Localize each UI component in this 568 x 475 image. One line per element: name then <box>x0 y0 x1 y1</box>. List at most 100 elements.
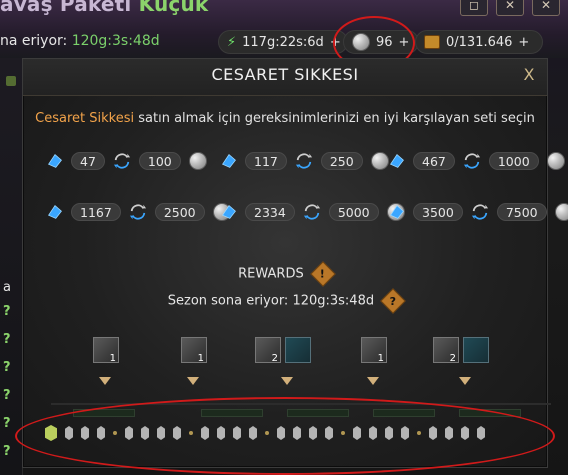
left-mini-icon <box>6 76 16 86</box>
offer-give-pill: 467 <box>413 152 455 170</box>
gold-resource[interactable]: 0/131.646 + <box>415 30 543 54</box>
offer-get-amount: 7500 <box>505 204 538 220</box>
progress-pip <box>309 426 317 440</box>
season-countdown-center: Sezon sona eriyor: 120g:3s:48d <box>167 293 375 309</box>
offer-give-pill: 1167 <box>71 203 121 221</box>
blue-crystal-icon <box>222 204 236 219</box>
offer-5[interactable]: 2334 5000 <box>221 203 405 221</box>
progress-spark <box>113 431 117 435</box>
progress-pip <box>429 426 437 440</box>
offer-give-amount: 1167 <box>80 204 112 220</box>
progress-pip <box>277 426 285 440</box>
help-icon[interactable]: ? <box>380 288 406 314</box>
offer-2[interactable]: 117 250 <box>221 152 389 170</box>
energy-resource[interactable]: ⚡ 117g:22s:6d + <box>218 30 348 54</box>
close-icon: ✕ <box>540 0 552 12</box>
reward-chest-icon: 2 <box>255 337 281 364</box>
lightning-icon: ⚡ <box>227 34 237 50</box>
silver-coin-icon <box>546 152 565 170</box>
top-title: avaş Paketi Küçük <box>0 0 208 16</box>
progress-pip <box>65 426 73 440</box>
top-right-buttons: ◻ ✕ ✕ <box>460 0 560 16</box>
locked-reward-icon <box>463 337 489 363</box>
left-question-4: ? <box>3 388 11 403</box>
top-button-2[interactable]: ✕ <box>496 0 524 16</box>
left-question-6: ? <box>3 444 11 459</box>
left-label-a: a <box>3 280 11 295</box>
offer-give-amount: 3500 <box>422 204 454 220</box>
left-question-3: ? <box>3 360 11 375</box>
reward-marker-2 <box>187 377 199 385</box>
progress-pip <box>141 426 149 440</box>
progress-pip <box>385 426 393 440</box>
modal-subtitle: Cesaret Sikkesi satın almak için gereksi… <box>23 111 547 126</box>
offer-give-amount: 47 <box>80 153 96 169</box>
offer-1[interactable]: 47 100 <box>47 152 207 170</box>
offer-get-pill: 250 <box>320 152 363 170</box>
top-title-prefix: avaş Paketi <box>0 0 132 16</box>
season-countdown-center-row: Sezon sona eriyor: 120g:3s:48d ? <box>23 288 547 314</box>
offer-give-amount: 467 <box>422 153 446 169</box>
info-icon[interactable]: ! <box>310 261 336 287</box>
reward-slot-1[interactable]: 1 <box>93 337 119 364</box>
top-button-1[interactable]: ◻ <box>460 0 488 16</box>
season-countdown-prefix: na eriyor: <box>0 33 68 49</box>
offer-get-pill: 100 <box>138 152 181 170</box>
offer-get-pill: 7500 <box>496 203 547 221</box>
progress-pip <box>325 426 333 440</box>
reward-marker-5 <box>459 377 471 385</box>
reward-slot-5[interactable]: 2 <box>433 337 489 364</box>
progress-spark <box>417 431 421 435</box>
silver-coin-icon <box>554 203 568 221</box>
offer-get-pill: 1000 <box>488 152 539 170</box>
reward-scroll-icon: 1 <box>361 337 387 364</box>
silver-coin-icon <box>188 152 207 170</box>
offer-4[interactable]: 1167 2500 <box>47 203 231 221</box>
progress-pip <box>293 426 301 440</box>
offer-give-pill: 117 <box>245 152 287 170</box>
map-icon: ◻ <box>469 0 479 12</box>
reward-marker-3 <box>281 377 293 385</box>
offer-get-amount: 2500 <box>163 204 196 220</box>
progress-pip <box>249 426 257 440</box>
progress-spark <box>265 431 269 435</box>
silver-coin-icon <box>370 152 389 170</box>
offer-6[interactable]: 3500 7500 <box>389 203 568 221</box>
rewards-title: REWARDS <box>238 266 304 282</box>
progress-pip <box>401 426 409 440</box>
left-question-5: ? <box>3 416 11 431</box>
offer-3[interactable]: 467 1000 <box>389 152 565 170</box>
left-panel-strip: a ? ? ? ? ? ? <box>0 58 23 475</box>
close-icon: X <box>523 65 535 84</box>
offer-get-pill: 5000 <box>328 203 379 221</box>
swap-icon <box>129 204 146 220</box>
progress-pip-active <box>45 425 57 441</box>
progress-pips <box>45 423 535 443</box>
progress-pip <box>217 426 225 440</box>
top-title-accent: Küçük <box>138 0 209 16</box>
reward-marker-1 <box>99 377 111 385</box>
reward-slot-2[interactable]: 1 <box>181 337 207 364</box>
progress-pip <box>477 426 485 440</box>
subtitle-rest: satın almak için gereksinimlerinizi en i… <box>138 111 535 126</box>
progress-spark <box>341 431 345 435</box>
season-countdown-left: na eriyor: 120g:3s:48d <box>0 33 160 49</box>
courage-coin-modal: CESARET SIKKESI X Cesaret Sikkesi satın … <box>15 58 568 475</box>
blue-crystal-icon <box>222 153 236 168</box>
modal-close-button[interactable]: X <box>519 65 539 85</box>
offer-give-pill: 3500 <box>413 203 463 221</box>
top-button-3[interactable]: ✕ <box>532 0 560 16</box>
blue-crystal-icon <box>48 204 62 219</box>
reward-chest-icon: 1 <box>93 337 119 364</box>
locked-reward-icon <box>285 337 311 363</box>
reward-chest-icon: 2 <box>433 337 459 364</box>
offer-give-amount: 2334 <box>254 204 286 220</box>
reward-slot-4[interactable]: 1 <box>361 337 387 364</box>
reward-slot-3[interactable]: 2 <box>255 337 311 364</box>
progress-pip <box>97 426 105 440</box>
progress-pip <box>201 426 209 440</box>
left-question-1: ? <box>3 304 11 319</box>
tools-icon: ✕ <box>504 0 516 12</box>
progress-pip <box>445 426 453 440</box>
offer-get-amount: 250 <box>329 153 354 169</box>
